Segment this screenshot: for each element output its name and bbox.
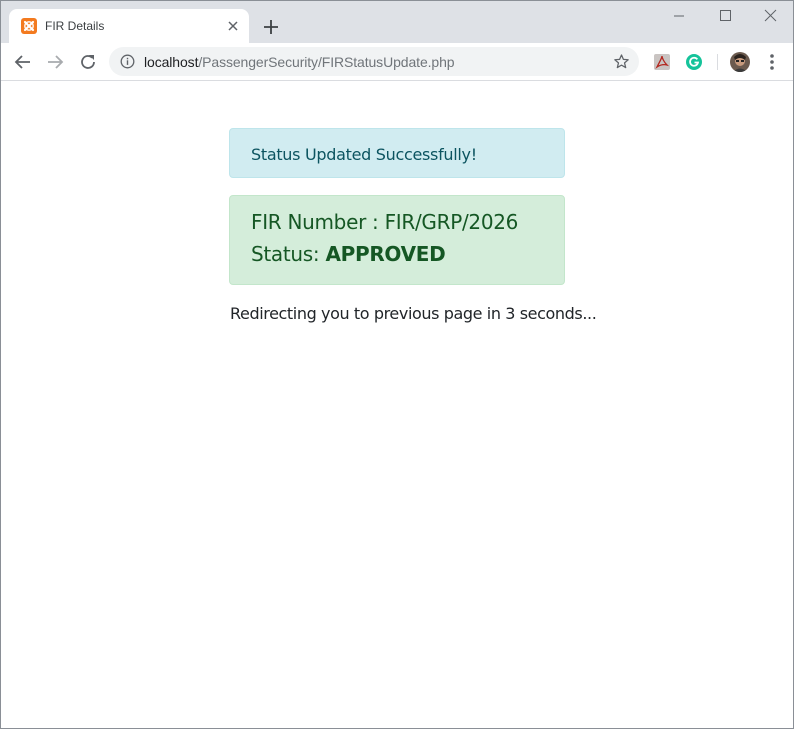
page-content: Status Updated Successfully! FIR Number … <box>1 81 793 728</box>
info-icon[interactable] <box>120 54 135 69</box>
status-line: Status: APPROVED <box>251 242 446 266</box>
xampp-icon <box>21 18 37 34</box>
address-bar[interactable]: localhost/PassengerSecurity/FIRStatusUpd… <box>109 47 639 76</box>
minimize-icon[interactable] <box>669 6 689 26</box>
close-tab-icon[interactable] <box>225 18 241 34</box>
redirect-message: Redirecting you to previous page in 3 se… <box>230 304 597 323</box>
fir-number-value: FIR/GRP/2026 <box>384 210 519 234</box>
grammarly-icon[interactable] <box>685 53 703 71</box>
fir-details-alert: FIR Number : FIR/GRP/2026 Status: APPROV… <box>229 195 565 285</box>
kebab-menu-icon[interactable] <box>763 52 781 72</box>
tab-title: FIR Details <box>45 19 105 33</box>
new-tab-icon[interactable] <box>259 15 283 39</box>
profile-avatar[interactable] <box>730 52 750 72</box>
tab-fir-details[interactable]: FIR Details <box>9 9 249 43</box>
forward-arrow-icon[interactable] <box>44 51 66 73</box>
maximize-icon[interactable] <box>715 6 735 26</box>
status-value: APPROVED <box>325 242 446 266</box>
status-updated-message: Status Updated Successfully! <box>251 145 477 164</box>
fir-number-line: FIR Number : FIR/GRP/2026 <box>251 210 518 234</box>
status-updated-alert: Status Updated Successfully! <box>229 128 565 178</box>
acrobat-pdf-icon[interactable] <box>653 53 671 71</box>
toolbar-divider <box>717 54 718 70</box>
fir-number-label: FIR Number : <box>251 210 385 234</box>
status-label: Status: <box>251 242 326 266</box>
url-host: localhost <box>144 54 199 70</box>
url-text[interactable]: localhost/PassengerSecurity/FIRStatusUpd… <box>144 54 455 70</box>
browser-toolbar: localhost/PassengerSecurity/FIRStatusUpd… <box>1 43 793 81</box>
reload-icon[interactable] <box>77 51 99 73</box>
window-close-icon[interactable] <box>760 6 780 26</box>
back-arrow-icon[interactable] <box>12 51 34 73</box>
bookmark-star-icon[interactable] <box>613 53 630 70</box>
url-path: /PassengerSecurity/FIRStatusUpdate.php <box>198 54 455 70</box>
browser-window: FIR Details localhost/PassengerSecurity/… <box>0 0 794 729</box>
tab-strip: FIR Details <box>1 1 793 43</box>
